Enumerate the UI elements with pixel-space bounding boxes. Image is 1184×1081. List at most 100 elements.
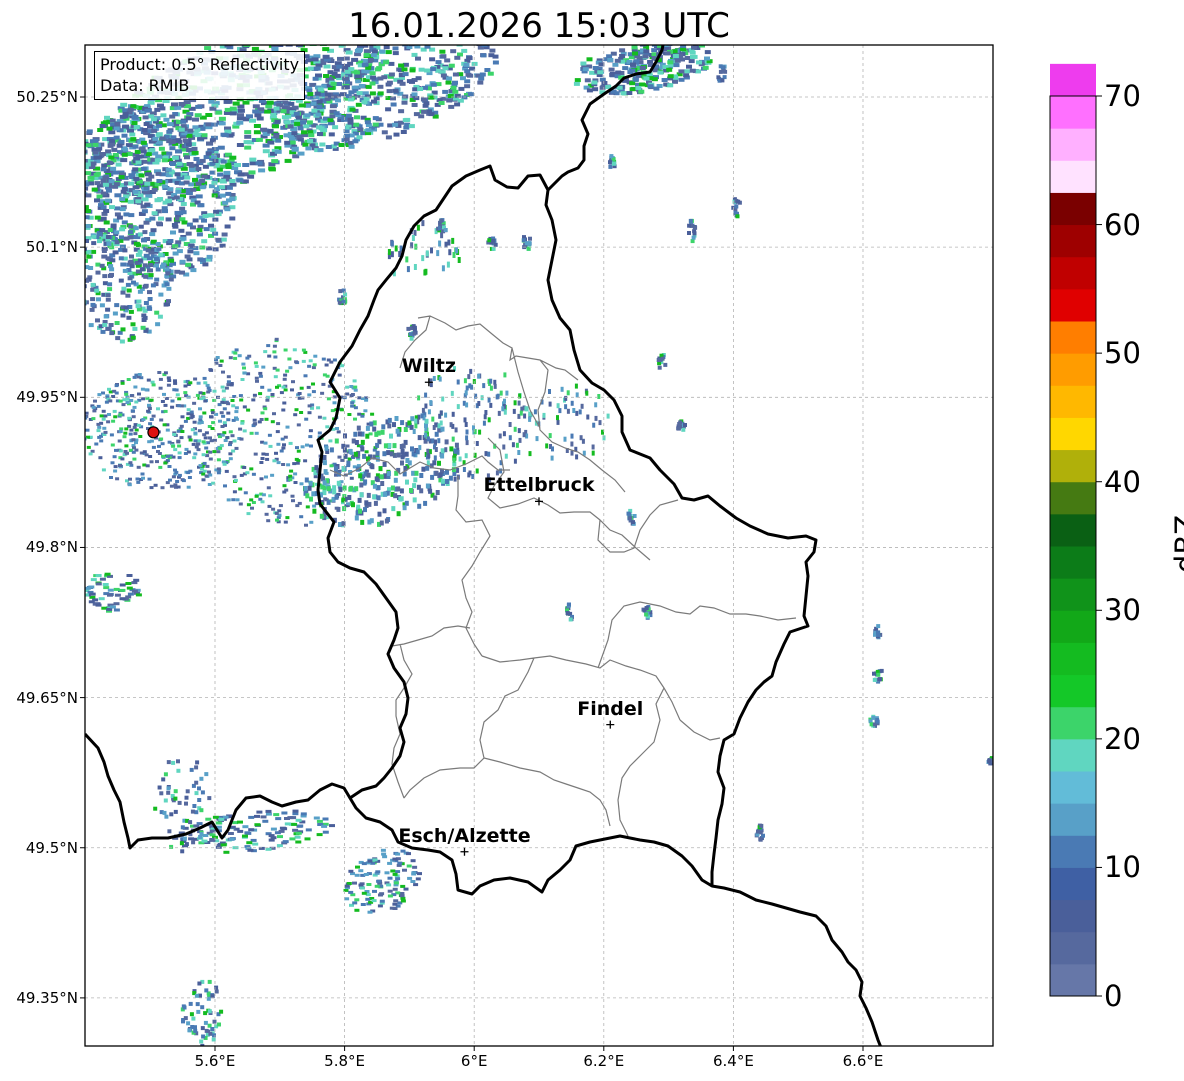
echo-pixel [218, 116, 226, 121]
echo-pixel [879, 668, 884, 673]
echo-pixel [167, 239, 174, 243]
echo-pixel [260, 815, 267, 819]
echo-pixel [288, 366, 293, 370]
echo-pixel [267, 504, 272, 508]
echo-pixel [169, 114, 176, 119]
echo-pixel [284, 140, 291, 145]
echo-pixel [192, 117, 199, 122]
echo-pixel [92, 142, 99, 147]
echo-pixel [208, 99, 216, 104]
echo-pixel [135, 160, 142, 165]
echo-pixel [414, 243, 418, 250]
echo-pixel [141, 197, 149, 202]
radar-site-marker[interactable] [147, 426, 160, 439]
echo-pixel [440, 40, 446, 44]
echo-pixel [125, 451, 129, 455]
echo-pixel [174, 210, 181, 215]
echo-pixel [222, 462, 227, 466]
echo-pixel [412, 327, 417, 332]
echo-pixel [312, 508, 317, 514]
echo-pixel [75, 203, 81, 207]
echo-pixel [390, 485, 395, 491]
echo-pixel [133, 578, 140, 582]
echo-pixel [177, 451, 182, 455]
echo-pixel [294, 34, 301, 38]
echo-pixel [467, 92, 474, 97]
echo-pixel [409, 68, 416, 73]
echo-pixel [358, 508, 362, 514]
echo-pixel [479, 72, 486, 77]
echo-pixel [155, 322, 161, 327]
echo-pixel [366, 472, 371, 478]
echo-pixel [184, 842, 189, 847]
echo-pixel [316, 125, 323, 130]
echo-pixel [137, 392, 141, 396]
echo-pixel [381, 424, 386, 430]
echo-pixel [100, 167, 107, 172]
echo-pixel [414, 423, 418, 429]
echo-pixel [517, 400, 521, 406]
echo-pixel [308, 435, 313, 439]
echo-pixel [183, 419, 188, 423]
echo-pixel [274, 37, 281, 41]
echo-pixel [142, 115, 149, 120]
echo-pixel [437, 35, 443, 39]
echo-pixel [138, 173, 145, 178]
echo-pixel [145, 193, 153, 198]
echo-pixel [193, 157, 200, 161]
echo-pixel [372, 483, 377, 489]
radar-map[interactable] [0, 0, 1184, 1081]
echo-pixel [464, 453, 468, 459]
echo-pixel [223, 439, 228, 442]
echo-pixel [332, 125, 339, 130]
echo-pixel [316, 406, 321, 410]
echo-pixel [109, 605, 116, 609]
echo-pixel [193, 431, 198, 435]
echo-pixel [325, 33, 332, 37]
echo-pixel [550, 455, 554, 461]
echo-pixel [574, 383, 578, 389]
echo-pixel [118, 175, 125, 180]
echo-pixel [206, 386, 211, 390]
echo-pixel [350, 38, 357, 42]
echo-pixel [361, 32, 368, 36]
echo-pixel [254, 431, 259, 435]
echo-pixel [548, 401, 552, 407]
echo-pixel [377, 904, 383, 908]
echo-pixel [317, 431, 322, 435]
echo-pixel [375, 870, 381, 874]
echo-pixel [301, 130, 307, 135]
echo-pixel [126, 288, 132, 293]
echo-pixel [594, 402, 598, 408]
echo-pixel [334, 73, 341, 78]
echo-pixel [97, 128, 104, 132]
echo-pixel [208, 1031, 213, 1036]
echo-pixel [92, 409, 97, 413]
echo-pixel [566, 408, 570, 414]
echo-pixel [409, 488, 413, 493]
echo-pixel [228, 356, 233, 360]
echo-pixel [403, 887, 409, 891]
echo-pixel [338, 143, 345, 147]
echo-pixel [484, 451, 488, 457]
echo-pixel [95, 582, 102, 586]
echo-pixel [71, 275, 76, 279]
echo-pixel [147, 407, 152, 410]
echo-pixel [185, 116, 192, 121]
echo-pixel [161, 206, 168, 211]
echo-pixel [133, 125, 140, 129]
echo-pixel [470, 384, 474, 390]
echo-pixel [374, 67, 381, 72]
echo-pixel [352, 901, 358, 905]
lon-tick-label: 6°E [460, 1052, 488, 1070]
echo-pixel [352, 881, 357, 885]
echo-pixel [187, 1028, 192, 1033]
echo-pixel [220, 40, 227, 44]
echo-pixel [465, 402, 469, 408]
echo-pixel [444, 447, 448, 453]
echo-pixel [206, 390, 211, 394]
echo-pixel [220, 433, 225, 437]
echo-pixel [346, 882, 352, 885]
echo-pixel [283, 520, 288, 524]
axis-tick-marks [80, 96, 864, 1051]
